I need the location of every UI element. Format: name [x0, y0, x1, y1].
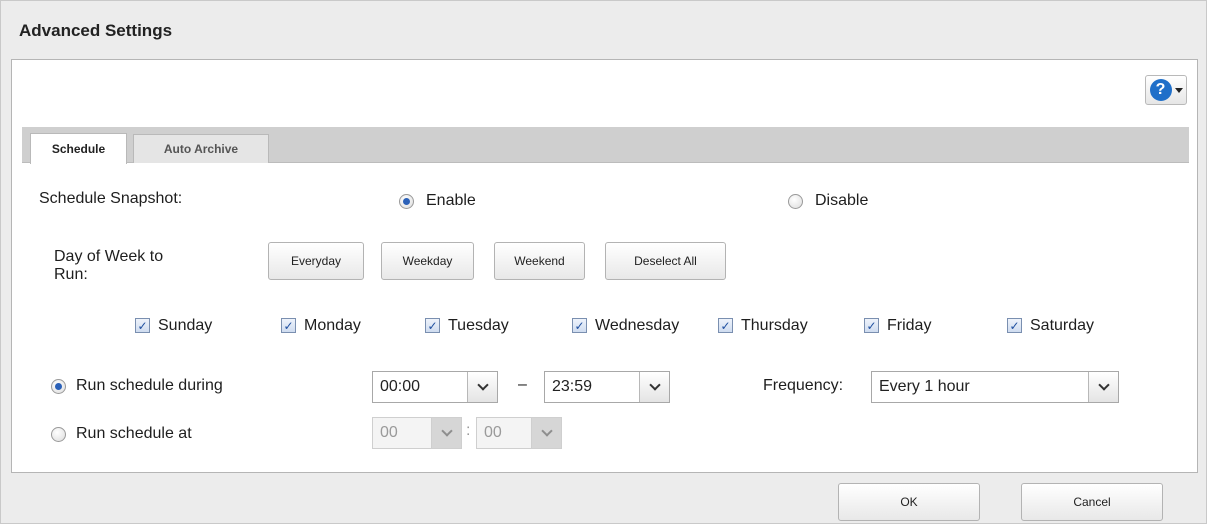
disable-label[interactable]: Disable [815, 192, 868, 210]
end-time-value: 23:59 [552, 378, 593, 395]
tab-bar: Schedule Auto Archive [22, 127, 1189, 164]
chevron-down-icon [440, 425, 453, 437]
ok-button[interactable]: OK [838, 483, 980, 521]
saturday-label: Saturday [1030, 317, 1095, 334]
run-at-radio[interactable] [51, 427, 66, 442]
chevron-down-icon [648, 379, 661, 391]
settings-panel: ? Schedule Auto Archive Schedule Snapsho… [11, 59, 1198, 473]
time-colon: : [466, 422, 471, 439]
frequency-label: Frequency: [763, 377, 844, 394]
help-button[interactable]: ? [1145, 75, 1187, 105]
wednesday-checkbox[interactable]: ✓ [572, 318, 587, 333]
start-time-dropdown-arrow [467, 372, 497, 402]
enable-radio[interactable] [399, 194, 414, 209]
chevron-down-icon [540, 425, 553, 437]
start-time-value: 00:00 [380, 378, 421, 395]
advanced-settings-dialog: Advanced Settings ? Schedule Auto Archiv… [0, 0, 1207, 524]
end-time-select[interactable]: 23:59 [544, 371, 670, 403]
wednesday-label: Wednesday [595, 317, 680, 334]
frequency-select[interactable]: Every 1 hour [871, 371, 1119, 403]
dialog-title: Advanced Settings [19, 21, 173, 40]
tuesday-checkbox[interactable]: ✓ [425, 318, 440, 333]
cancel-button[interactable]: Cancel [1021, 483, 1163, 521]
tuesday-label: Tuesday [448, 317, 509, 334]
time-range-dash: – [518, 376, 527, 393]
chevron-down-icon [1174, 87, 1183, 93]
day-of-week-label-line1: Day of Week to [54, 248, 164, 265]
sunday-checkbox[interactable]: ✓ [135, 318, 150, 333]
end-time-dropdown-arrow [639, 372, 669, 402]
chevron-down-icon [476, 379, 489, 391]
friday-label: Friday [887, 317, 932, 334]
thursday-label: Thursday [741, 317, 808, 334]
at-hour-dropdown-arrow [431, 418, 461, 448]
at-minute-select: 00 [476, 417, 562, 449]
monday-checkbox[interactable]: ✓ [281, 318, 296, 333]
sunday-label: Sunday [158, 317, 213, 334]
at-hour-value: 00 [380, 424, 398, 441]
tab-auto-archive[interactable]: Auto Archive [133, 134, 269, 163]
at-minute-dropdown-arrow [531, 418, 561, 448]
at-hour-select: 00 [372, 417, 462, 449]
chevron-down-icon [1097, 379, 1110, 391]
start-time-select[interactable]: 00:00 [372, 371, 498, 403]
frequency-dropdown-arrow [1088, 372, 1118, 402]
weekday-button[interactable]: Weekday [381, 242, 474, 280]
schedule-snapshot-label: Schedule Snapshot: [39, 190, 183, 207]
day-of-week-label-line2: Run: [54, 266, 88, 283]
run-at-label[interactable]: Run schedule at [76, 425, 192, 443]
disable-radio[interactable] [788, 194, 803, 209]
thursday-checkbox[interactable]: ✓ [718, 318, 733, 333]
help-icon: ? [1149, 79, 1172, 101]
deselect-all-button[interactable]: Deselect All [605, 242, 726, 280]
monday-label: Monday [304, 317, 361, 334]
enable-label[interactable]: Enable [426, 192, 476, 210]
everyday-button[interactable]: Everyday [268, 242, 364, 280]
friday-checkbox[interactable]: ✓ [864, 318, 879, 333]
frequency-value: Every 1 hour [879, 378, 970, 395]
at-minute-value: 00 [484, 424, 502, 441]
run-during-radio[interactable] [51, 379, 66, 394]
run-during-label[interactable]: Run schedule during [76, 377, 223, 395]
tab-schedule[interactable]: Schedule [30, 133, 127, 164]
weekend-button[interactable]: Weekend [494, 242, 585, 280]
saturday-checkbox[interactable]: ✓ [1007, 318, 1022, 333]
